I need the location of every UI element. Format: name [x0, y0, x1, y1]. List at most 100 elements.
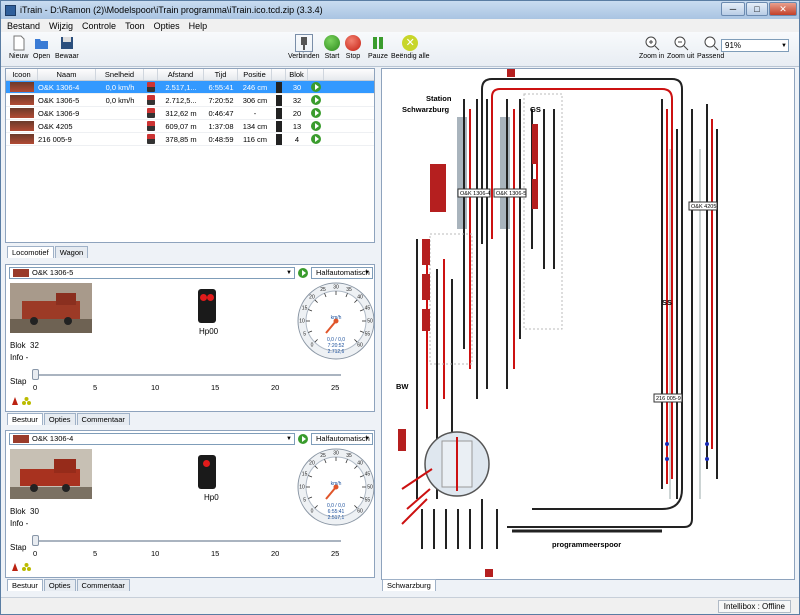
- col-signal[interactable]: [272, 69, 286, 80]
- play-icon[interactable]: [311, 121, 321, 131]
- slider-knob[interactable]: [32, 535, 39, 546]
- new-button[interactable]: Nieuw: [9, 35, 28, 60]
- tab-opties[interactable]: Opties: [43, 579, 76, 591]
- table-row[interactable]: 216 005-9 378,85 m 0:48:59 116 cm 4: [6, 133, 374, 146]
- play-icon[interactable]: [311, 134, 321, 144]
- connect-button[interactable]: Verbinden: [288, 34, 320, 60]
- cell-name: O&K 1306-5: [38, 95, 80, 105]
- col-dir[interactable]: [144, 69, 158, 80]
- map-tabs: Schwarzburg: [382, 579, 436, 591]
- save-button[interactable]: Bewaar: [55, 35, 79, 60]
- cab2-tabs: Bestuur Opties Commentaar: [7, 579, 130, 591]
- dial-tick: 10: [299, 319, 305, 325]
- signal-aspect: Hp0: [204, 493, 219, 502]
- col-action[interactable]: [308, 69, 324, 80]
- dial-tick: 50: [367, 485, 373, 491]
- cell-block: 30: [292, 82, 302, 92]
- dir-icon: [147, 108, 155, 118]
- loco-select[interactable]: O&K 1306-4 ▼: [9, 433, 295, 445]
- close-button[interactable]: ✕: [769, 2, 797, 16]
- cell-name: O&K 4205: [38, 121, 73, 131]
- mode-select[interactable]: Halfautomatisch ▼: [311, 267, 373, 279]
- start-button[interactable]: Start: [324, 35, 340, 60]
- direction-icons[interactable]: [10, 562, 32, 572]
- start-green-icon: [324, 35, 340, 51]
- direction-icons[interactable]: [10, 396, 32, 406]
- pause-button[interactable]: Pauze: [368, 35, 388, 60]
- menu-opties[interactable]: Opties: [154, 21, 180, 31]
- play-icon[interactable]: [311, 82, 321, 92]
- open-button[interactable]: Open: [33, 35, 50, 60]
- tab-schwarzburg[interactable]: Schwarzburg: [382, 579, 436, 591]
- cell-position: -: [253, 108, 257, 118]
- col-distance[interactable]: Afstand: [158, 69, 204, 80]
- dial-tick: 40: [357, 294, 363, 300]
- col-block[interactable]: Blok: [286, 69, 308, 80]
- play-icon[interactable]: [298, 268, 308, 278]
- track-layout[interactable]: O&K 1306-4 O&K 1306-5 O&K 4205 216 005-9…: [382, 69, 794, 579]
- speedometer: 0510152025 30 354045505560 km/h 0,0 / 0,0 …: [297, 448, 375, 526]
- dir-icon: [147, 134, 155, 144]
- dir-icon: [147, 82, 155, 92]
- slider-knob[interactable]: [32, 369, 39, 380]
- tab-opties[interactable]: Opties: [43, 413, 76, 425]
- tab-bestuur[interactable]: Bestuur: [7, 413, 43, 425]
- cell-play: [308, 95, 324, 105]
- loco-tag: 216 005-9: [656, 396, 681, 402]
- end-all-x-icon: ✕: [402, 35, 419, 51]
- dial-tick: 20: [309, 294, 315, 300]
- col-name[interactable]: Naam: [38, 69, 96, 80]
- mode-select[interactable]: Halfautomatisch ▼: [311, 433, 373, 445]
- stop-button[interactable]: Stop: [345, 35, 361, 60]
- zoom-in-button[interactable]: Zoom in: [639, 35, 664, 60]
- dial-tick: 35: [346, 453, 352, 459]
- cell-distance: 378,85 m: [165, 134, 197, 144]
- menu-toon[interactable]: Toon: [125, 21, 145, 31]
- connect-plug-icon: [294, 34, 313, 52]
- menu-wijzig[interactable]: Wijzig: [49, 21, 73, 31]
- tab-locomotief[interactable]: Locomotief: [7, 246, 54, 258]
- zoom-out-button[interactable]: Zoom uit: [667, 35, 694, 60]
- dir-icon: [147, 121, 155, 131]
- table-row[interactable]: O&K 1306-9 312,62 m 0:46:47 - 20: [6, 107, 374, 120]
- table-row[interactable]: O&K 4205 609,07 m 1:37:08 134 cm 13: [6, 120, 374, 133]
- col-time[interactable]: Tijd: [204, 69, 238, 80]
- dial-tick: 0: [311, 343, 314, 349]
- cell-block: 32: [292, 95, 302, 105]
- menu-bestand[interactable]: Bestand: [7, 21, 40, 31]
- chevron-down-icon: ▼: [286, 270, 292, 276]
- maximize-button[interactable]: □: [746, 2, 768, 16]
- tab-commentaar[interactable]: Commentaar: [76, 413, 130, 425]
- dial-tick: 25: [320, 453, 326, 459]
- play-icon[interactable]: [311, 108, 321, 118]
- col-position[interactable]: Positie: [238, 69, 272, 80]
- speed-slider[interactable]: 0 5 10 15 20 25: [26, 535, 351, 558]
- tab-bestuur[interactable]: Bestuur: [7, 579, 43, 591]
- speed-slider[interactable]: 0 5 10 15 20 25: [26, 369, 351, 392]
- zoom-out-icon: [674, 36, 688, 51]
- play-icon[interactable]: [298, 434, 308, 444]
- tab-wagon[interactable]: Wagon: [54, 246, 89, 258]
- minimize-button[interactable]: ─: [721, 2, 745, 16]
- menu-help[interactable]: Help: [189, 21, 208, 31]
- end-all-button[interactable]: ✕ Beëndig alle: [391, 35, 430, 60]
- tab-commentaar[interactable]: Commentaar: [76, 579, 130, 591]
- table-row[interactable]: O&K 1306-4 0,0 km/h 2.517,1... 6:55:41 246 c…: [6, 81, 374, 94]
- signal-aspect: Hp00: [199, 327, 219, 336]
- play-icon[interactable]: [311, 95, 321, 105]
- col-speed[interactable]: Snelheid: [96, 69, 144, 80]
- map-label-station: Station: [426, 94, 452, 103]
- loco-photo: [10, 449, 92, 499]
- window-title: iTrain - D:\Ramon (2)\Modelspoor\iTrain …: [20, 5, 323, 15]
- loco-select[interactable]: O&K 1306-5 ▼: [9, 267, 295, 279]
- chevron-down-icon: ▼: [286, 436, 292, 442]
- col-icon[interactable]: Icoon: [6, 69, 38, 80]
- table-row[interactable]: O&K 1306-5 0,0 km/h 2.712,5... 7:20:52 306 c…: [6, 94, 374, 107]
- loco-tag: O&K 1306-4: [460, 191, 490, 197]
- track-diagram[interactable]: O&K 1306-4 O&K 1306-5 O&K 4205 216 005-9…: [381, 68, 795, 580]
- zoom-select[interactable]: 91% ▼: [721, 39, 789, 52]
- dial-tick: 0: [311, 509, 314, 515]
- map-label-programmeerspoor: programmeerspoor: [552, 540, 621, 549]
- menu-controle[interactable]: Controle: [82, 21, 116, 31]
- cell-dir: [144, 95, 158, 105]
